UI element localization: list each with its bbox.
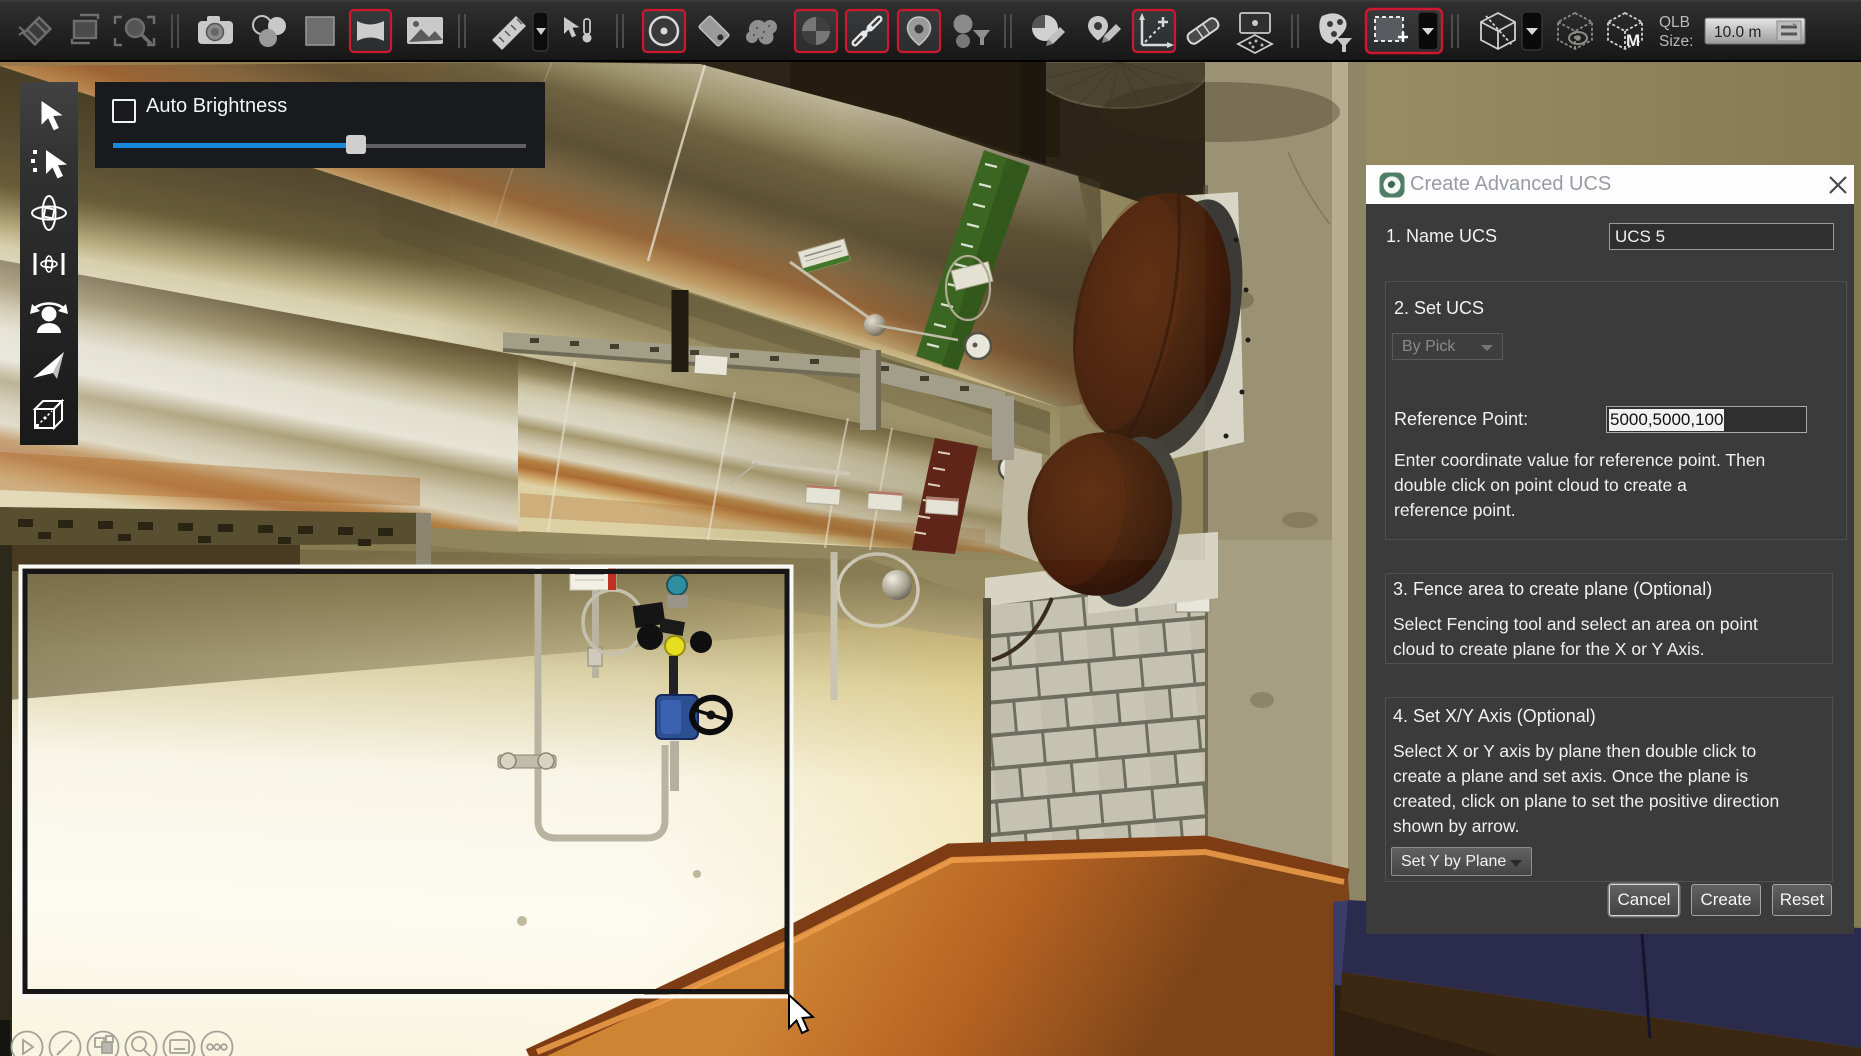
svg-text:10.0 m: 10.0 m xyxy=(1714,24,1761,41)
svg-text:QLB: QLB xyxy=(1659,14,1690,31)
svg-text:Size:: Size: xyxy=(1659,33,1693,50)
svg-text:M: M xyxy=(1626,31,1640,50)
